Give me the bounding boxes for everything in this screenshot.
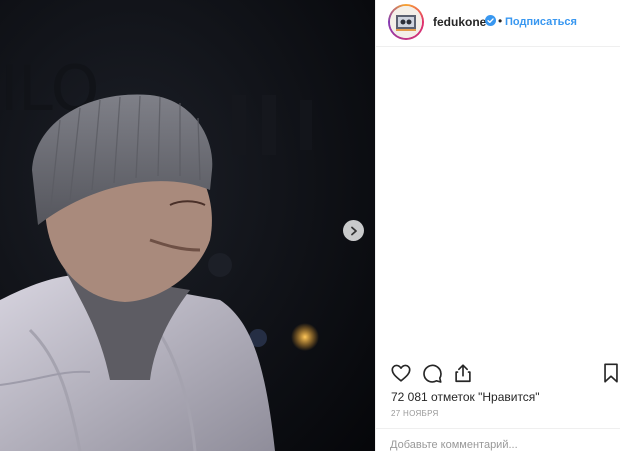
avatar[interactable] — [388, 4, 424, 40]
post-date[interactable]: 27 НОЯБРЯ — [391, 409, 439, 418]
separator-dot: • — [498, 14, 503, 28]
verified-badge-icon — [485, 15, 496, 26]
follow-button[interactable]: Подписаться — [505, 16, 577, 28]
photo-image: ILO — [0, 0, 375, 451]
comment-icon[interactable] — [421, 362, 443, 384]
share-icon[interactable] — [452, 362, 474, 384]
post-header: fedukone • Подписаться — [376, 0, 620, 47]
heart-icon[interactable] — [390, 362, 412, 384]
likes-count[interactable]: 72 081 отметок "Нравится" — [391, 390, 540, 404]
next-photo-button[interactable] — [343, 220, 364, 241]
post-side-panel: fedukone • Подписаться 72 081 отметок "Н… — [375, 0, 620, 451]
comment-input[interactable] — [390, 439, 610, 451]
post-photo[interactable]: ILO — [0, 0, 375, 451]
action-bar — [390, 362, 620, 386]
bookmark-icon[interactable] — [601, 362, 620, 384]
avatar-image — [390, 6, 422, 38]
chevron-right-icon — [350, 226, 357, 235]
username-link[interactable]: fedukone — [433, 15, 486, 29]
comment-bar — [376, 428, 620, 451]
